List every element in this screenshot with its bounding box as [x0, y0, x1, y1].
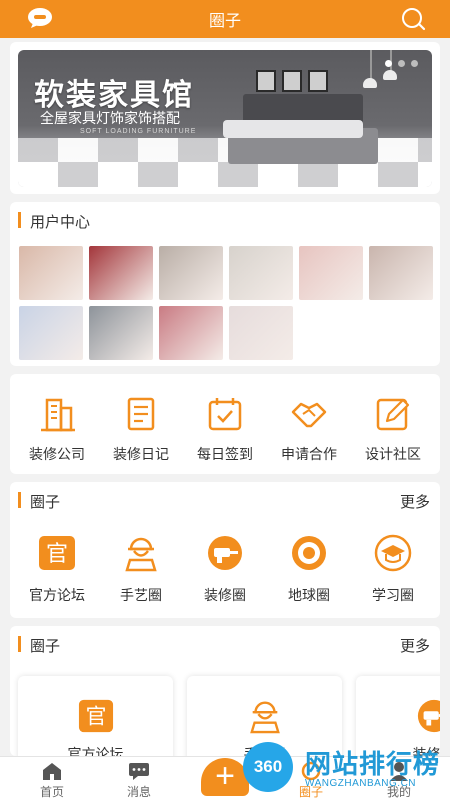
official-icon: 官	[78, 699, 114, 733]
circle-label: 学习圈	[372, 587, 414, 603]
diary-icon	[127, 397, 155, 431]
nav-label: 首页	[39, 785, 64, 799]
edit-icon	[376, 398, 410, 431]
menu-item-label: 每日签到	[197, 446, 253, 462]
user-avatar[interactable]	[19, 246, 83, 300]
section-accent-bar	[18, 492, 21, 508]
drill-icon	[208, 536, 242, 570]
top-bar: 圈子	[0, 0, 450, 38]
search-icon[interactable]	[400, 7, 426, 31]
circles-more-link[interactable]: 更多	[400, 491, 430, 512]
menu-item-label: 装修公司	[29, 446, 85, 462]
watermark-title: 网站排行榜	[305, 749, 441, 779]
banner-floor-tiles	[18, 162, 432, 187]
user-avatar[interactable]	[299, 246, 363, 300]
menu-item-company[interactable]: 装修公司	[14, 396, 100, 464]
calendar-check-icon	[208, 398, 242, 431]
user-avatar[interactable]	[159, 246, 223, 300]
circles-header: 圈子 更多	[10, 482, 440, 518]
circle-label: 地球圈	[288, 587, 330, 603]
circles-title: 圈子	[30, 494, 61, 511]
message-icon	[129, 763, 149, 780]
user-center-card: 用户中心	[10, 202, 440, 366]
banner-card: 软装家具馆 全屋家具灯饰家饰搭配 SOFT LOADING FURNITURE	[10, 42, 440, 194]
circle-craft[interactable]: 手艺圈	[98, 534, 184, 605]
menu-item-label: 设计社区	[365, 446, 421, 462]
carousel-dots	[385, 60, 418, 67]
menu-item-checkin[interactable]: 每日签到	[182, 396, 268, 464]
official-icon: 官	[39, 536, 75, 570]
circle-label: 装修圈	[204, 587, 246, 603]
nav-label: 消息	[126, 785, 151, 799]
circle-study[interactable]: 学习圈	[350, 534, 436, 605]
banner-lamp-shade-1	[363, 78, 377, 88]
menu-item-label: 申请合作	[281, 446, 337, 462]
banner-lamp-shade-2	[383, 70, 397, 80]
chat-bubble-icon[interactable]	[27, 7, 53, 29]
target-icon	[292, 536, 326, 570]
user-avatar[interactable]	[89, 246, 153, 300]
banner-frame-1	[256, 70, 276, 92]
section-accent-bar	[18, 212, 21, 228]
user-center-header: 用户中心	[10, 202, 440, 238]
banner-bed-sheet	[223, 120, 363, 138]
nav-home[interactable]: 首页	[17, 761, 87, 800]
circle-label: 官方论坛	[29, 587, 85, 603]
user-avatar[interactable]	[159, 306, 223, 360]
handshake-icon	[291, 402, 327, 428]
watermark-badge: 360	[243, 742, 293, 792]
circles-card: 圈子 更多 官 官方论坛 手艺圈 装修圈 地球圈 学习圈	[10, 482, 440, 618]
user-avatar[interactable]	[369, 246, 433, 300]
carousel-dot-3[interactable]	[411, 60, 418, 67]
section-accent-bar	[18, 636, 21, 652]
circle-label: 手艺圈	[120, 587, 162, 603]
circle-decoration[interactable]: 装修圈	[182, 534, 268, 605]
svg-text:官: 官	[86, 705, 107, 729]
page-title: 圈子	[208, 13, 241, 30]
circle-official[interactable]: 官 官方论坛	[14, 534, 100, 605]
circle-earth[interactable]: 地球圈	[266, 534, 352, 605]
svg-text:官: 官	[46, 542, 68, 567]
circles2-header: 圈子 更多	[10, 626, 440, 662]
user-avatar[interactable]	[89, 306, 153, 360]
menu-item-label: 装修日记	[113, 446, 169, 462]
menu-item-design[interactable]: 设计社区	[350, 396, 436, 464]
home-icon	[43, 763, 61, 780]
nav-messages[interactable]: 消息	[104, 761, 174, 800]
circle2-label: 官方论坛	[67, 746, 124, 756]
circles-card-2: 圈子 更多 官 官方论坛 手艺圈 装修圈	[10, 626, 440, 756]
banner-frame-2	[282, 70, 302, 92]
circles2-title: 圈子	[30, 638, 61, 655]
banner-carousel[interactable]: 软装家具馆 全屋家具灯饰家饰搭配 SOFT LOADING FURNITURE	[18, 50, 432, 187]
worker-icon	[125, 537, 157, 572]
banner-lamp-1	[370, 50, 372, 80]
banner-subtitle: 全屋家具灯饰家饰搭配	[40, 110, 180, 126]
banner-english: SOFT LOADING FURNITURE	[80, 128, 197, 135]
watermark-url: WANGZHANBANG.CN	[305, 778, 417, 789]
carousel-dot-2[interactable]	[398, 60, 405, 67]
quick-menu-card: 装修公司 装修日记 每日签到 申请合作 设计社区	[10, 374, 440, 474]
carousel-dot-1[interactable]	[385, 60, 392, 67]
user-avatar[interactable]	[19, 306, 83, 360]
circle2-official-card[interactable]: 官 官方论坛	[18, 676, 173, 756]
menu-item-cooperation[interactable]: 申请合作	[266, 396, 352, 464]
user-avatar[interactable]	[229, 306, 293, 360]
menu-item-diary[interactable]: 装修日记	[98, 396, 184, 464]
worker-icon	[250, 701, 280, 734]
user-avatar[interactable]	[229, 246, 293, 300]
watermark: 360 网站排行榜 WANGZHANBANG.CN	[243, 738, 450, 800]
graduation-cap-icon	[374, 534, 412, 572]
circles2-more-link[interactable]: 更多	[400, 635, 430, 656]
user-center-title: 用户中心	[30, 214, 91, 231]
drill-icon	[417, 699, 440, 733]
banner-frame-3	[308, 70, 328, 92]
building-icon	[41, 398, 75, 432]
